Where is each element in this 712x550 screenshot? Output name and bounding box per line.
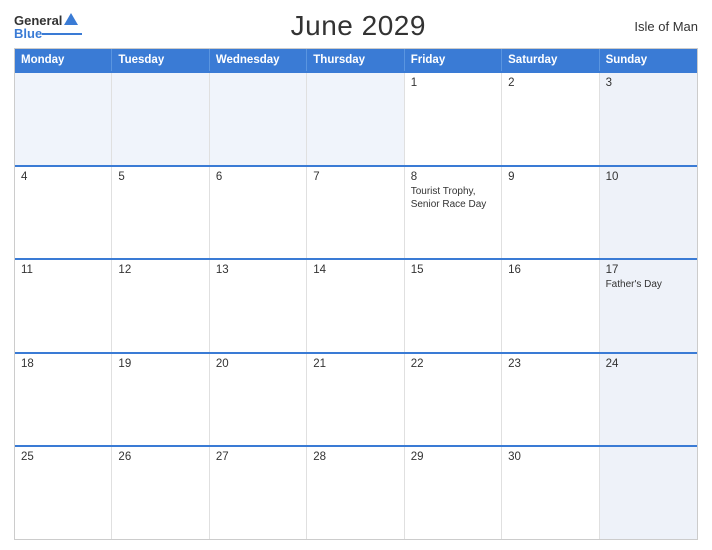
- header-cell-saturday: Saturday: [502, 49, 599, 71]
- header-cell-tuesday: Tuesday: [112, 49, 209, 71]
- day-number: 18: [21, 358, 105, 370]
- day-number: 6: [216, 171, 300, 183]
- day-number: 24: [606, 358, 691, 370]
- cal-cell-w1-d3: [210, 73, 307, 165]
- header-cell-wednesday: Wednesday: [210, 49, 307, 71]
- cal-cell-w4-d7: 24: [600, 354, 697, 446]
- day-number: 1: [411, 77, 495, 89]
- week-row-2: 4 5 6 7 8 Tourist Trophy, Senior Race Day 9 10: [15, 165, 697, 259]
- day-number: 19: [118, 358, 202, 370]
- cal-cell-w4-d3: 20: [210, 354, 307, 446]
- day-number: 8: [411, 171, 495, 183]
- calendar-grid: MondayTuesdayWednesdayThursdayFridaySatu…: [14, 48, 698, 540]
- day-number: 11: [21, 264, 105, 276]
- cal-cell-w4-d2: 19: [112, 354, 209, 446]
- day-number: 4: [21, 171, 105, 183]
- logo-underline: [42, 33, 82, 35]
- day-number: 28: [313, 451, 397, 463]
- cal-cell-w2-d7: 10: [600, 167, 697, 259]
- cal-cell-w1-d4: [307, 73, 404, 165]
- logo: General Blue: [14, 13, 82, 40]
- cal-cell-w2-d2: 5: [112, 167, 209, 259]
- cal-cell-w1-d6: 2: [502, 73, 599, 165]
- region-label: Isle of Man: [634, 19, 698, 34]
- cal-cell-w5-d6: 30: [502, 447, 599, 539]
- day-number: 9: [508, 171, 592, 183]
- cal-cell-w1-d2: [112, 73, 209, 165]
- header: General Blue June 2029 Isle of Man: [14, 10, 698, 42]
- day-number: 7: [313, 171, 397, 183]
- calendar-header-row: MondayTuesdayWednesdayThursdayFridaySatu…: [15, 49, 697, 71]
- logo-block: General Blue: [14, 13, 82, 40]
- day-number: 21: [313, 358, 397, 370]
- cal-cell-w5-d7: [600, 447, 697, 539]
- cal-cell-w5-d4: 28: [307, 447, 404, 539]
- day-number: 12: [118, 264, 202, 276]
- cal-cell-w1-d5: 1: [405, 73, 502, 165]
- calendar-page: General Blue June 2029 Isle of Man Monda…: [0, 0, 712, 550]
- cal-cell-w3-d4: 14: [307, 260, 404, 352]
- cal-cell-w1-d1: [15, 73, 112, 165]
- day-number: 16: [508, 264, 592, 276]
- day-number: 22: [411, 358, 495, 370]
- day-number: 30: [508, 451, 592, 463]
- day-number: 2: [508, 77, 592, 89]
- cal-cell-w1-d7: 3: [600, 73, 697, 165]
- cal-cell-w2-d1: 4: [15, 167, 112, 259]
- cal-cell-w4-d6: 23: [502, 354, 599, 446]
- cal-cell-w4-d4: 21: [307, 354, 404, 446]
- cal-cell-w4-d5: 22: [405, 354, 502, 446]
- calendar-body: 12345678Tourist Trophy, Senior Race Day9…: [15, 71, 697, 539]
- header-cell-friday: Friday: [405, 49, 502, 71]
- event-text: Father's Day: [606, 278, 691, 291]
- cal-cell-w2-d5: 8 Tourist Trophy, Senior Race Day: [405, 167, 502, 259]
- cal-cell-w5-d5: 29: [405, 447, 502, 539]
- cal-cell-w4-d1: 18: [15, 354, 112, 446]
- cal-cell-w5-d3: 27: [210, 447, 307, 539]
- week-row-5: 25 26 27 28 29 30: [15, 445, 697, 539]
- day-number: 10: [606, 171, 691, 183]
- cal-cell-w2-d4: 7: [307, 167, 404, 259]
- cal-cell-w2-d6: 9: [502, 167, 599, 259]
- cal-cell-w3-d7: 17 Father's Day: [600, 260, 697, 352]
- cal-cell-w3-d3: 13: [210, 260, 307, 352]
- day-number: 15: [411, 264, 495, 276]
- day-number: 5: [118, 171, 202, 183]
- day-number: 14: [313, 264, 397, 276]
- day-number: 20: [216, 358, 300, 370]
- cal-cell-w5-d2: 26: [112, 447, 209, 539]
- day-number: 27: [216, 451, 300, 463]
- day-number: 13: [216, 264, 300, 276]
- week-row-3: 11 12 13 14 15 16 17 Father's Day: [15, 258, 697, 352]
- cal-cell-w3-d1: 11: [15, 260, 112, 352]
- logo-blue-text: Blue: [14, 27, 42, 40]
- week-row-1: 1 2 3: [15, 71, 697, 165]
- header-cell-thursday: Thursday: [307, 49, 404, 71]
- day-number: 23: [508, 358, 592, 370]
- day-number: 25: [21, 451, 105, 463]
- day-number: 26: [118, 451, 202, 463]
- week-row-4: 18 19 20 21 22 23 24: [15, 352, 697, 446]
- event-text: Tourist Trophy, Senior Race Day: [411, 185, 495, 211]
- calendar-title: June 2029: [291, 10, 426, 42]
- cal-cell-w3-d2: 12: [112, 260, 209, 352]
- header-cell-sunday: Sunday: [600, 49, 697, 71]
- cal-cell-w3-d6: 16: [502, 260, 599, 352]
- cal-cell-w2-d3: 6: [210, 167, 307, 259]
- logo-general-text: General: [14, 14, 62, 27]
- cal-cell-w5-d1: 25: [15, 447, 112, 539]
- cal-cell-w3-d5: 15: [405, 260, 502, 352]
- day-number: 3: [606, 77, 691, 89]
- day-number: 29: [411, 451, 495, 463]
- day-number: 17: [606, 264, 691, 276]
- header-cell-monday: Monday: [15, 49, 112, 71]
- logo-triangle-icon: [64, 13, 78, 25]
